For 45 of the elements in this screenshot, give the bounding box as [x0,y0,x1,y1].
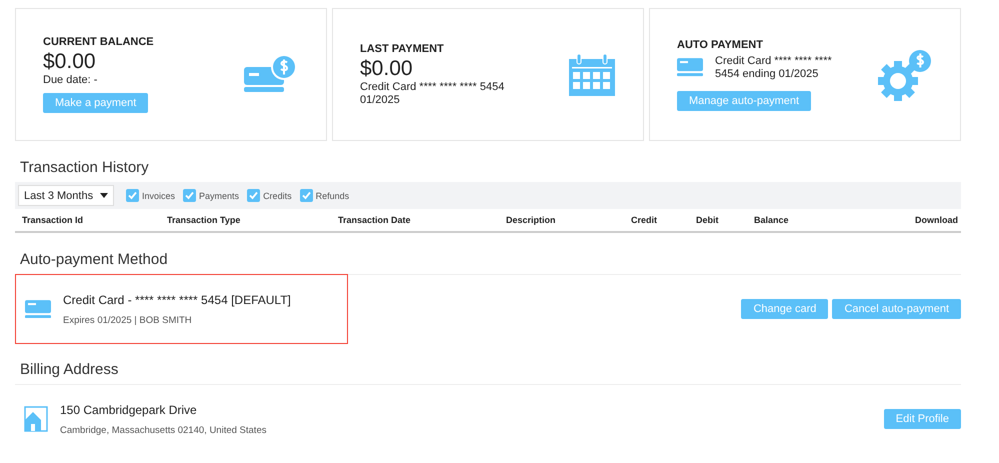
credit-card-icon [677,58,703,77]
card-title: CURRENT BALANCE [43,36,154,48]
city-address: Cambridge, Massachusetts 02140, United States [60,424,266,436]
section-title: Auto-payment Method [20,251,169,268]
calendar-icon [569,54,615,96]
card-button[interactable]: Make a payment [43,93,148,113]
column-header: Transaction Id [22,215,84,225]
street-address: 150 Cambridgepark Drive [60,402,198,416]
filter-label: Invoices [142,190,176,200]
column-header: Debit [696,215,720,225]
filter-checkbox[interactable] [300,189,313,202]
amount: $0.00 [360,56,413,80]
card-info: 01/2025 [360,94,400,106]
filter-checkbox[interactable] [183,189,196,202]
card-info: Credit Card **** **** **** [715,54,832,68]
card-button[interactable]: Manage auto-payment [677,90,812,110]
column-header: Transaction Type [167,215,242,225]
card-info: Credit Card **** **** **** 5454 [360,80,504,94]
card-info: 5454 ending 01/2025 [715,68,820,80]
column-header: Transaction Date [338,215,412,225]
column-header: Download [914,215,958,225]
filter-label: Payments [199,190,240,200]
method-button[interactable]: Cancel auto-payment [832,299,961,319]
column-header: Description [506,215,557,225]
caret-icon [100,193,108,198]
credit-card-icon [25,300,51,318]
filter-checkbox[interactable] [126,189,139,202]
filter-label: Credits [263,190,292,200]
section-title: Transaction History [20,159,150,176]
column-header: Credit [631,215,658,225]
filter-label: Refunds [316,190,350,200]
column-header: Balance [754,215,790,225]
card-details: Expires 01/2025 | BOB SMITH [63,314,193,326]
edit-profile-button[interactable]: Edit Profile [884,409,961,429]
period-dropdown[interactable]: Last 3 Months [18,185,114,206]
gear-dollar-icon [878,48,932,100]
section-title: Billing Address [20,361,120,378]
method-button[interactable]: Change card [741,299,828,319]
filter-checkbox[interactable] [247,189,260,202]
card-name: Credit Card - **** **** **** 5454 [DEFAULT] [63,292,291,306]
house-icon [24,406,48,432]
card-title: LAST PAYMENT [360,42,444,54]
card-info: Due date: - [43,74,98,87]
amount: $0.00 [43,50,96,74]
card-title: AUTO PAYMENT [677,38,763,50]
